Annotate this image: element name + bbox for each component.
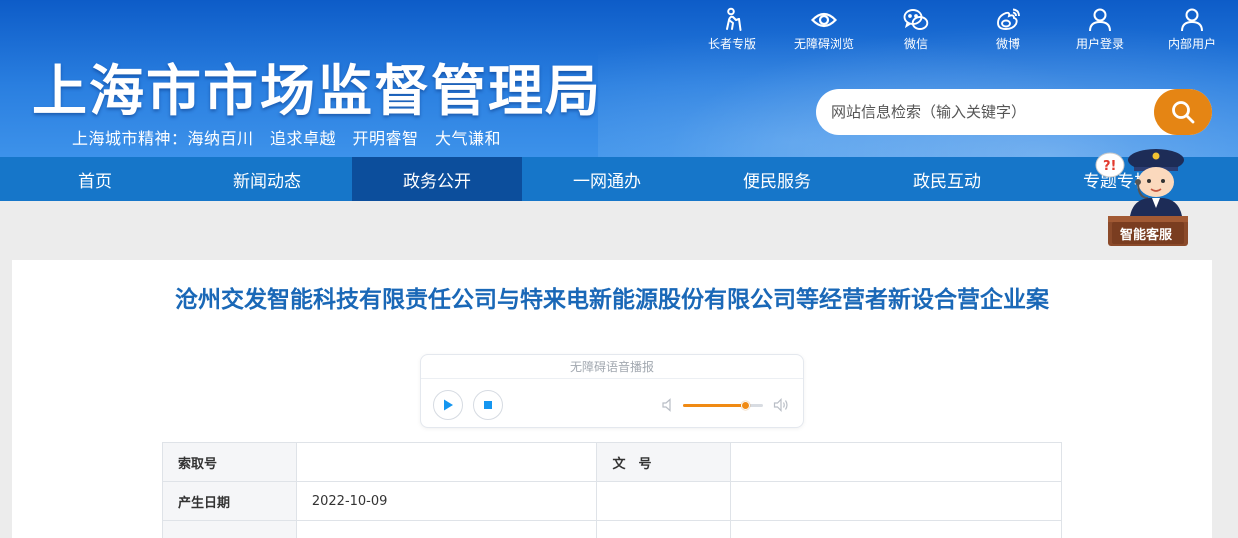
top-links: 长者专版 无障碍浏览 微信 微博 用户登录 内部用户	[686, 6, 1238, 52]
elder-icon	[717, 6, 747, 34]
table-row	[162, 520, 1062, 538]
empty-cell	[596, 481, 732, 521]
nav-item-news[interactable]: 新闻动态	[182, 157, 352, 201]
article-title: 沧州交发智能科技有限责任公司与特来电新能源股份有限公司等经营者新设合营企业案	[175, 287, 1049, 313]
top-link-elder[interactable]: 长者专版	[686, 6, 778, 52]
top-link-label: 内部用户	[1167, 37, 1216, 51]
content-panel: 沧州交发智能科技有限责任公司与特来电新能源股份有限公司等经营者新设合营企业案 无…	[12, 260, 1212, 538]
stop-button[interactable]	[473, 390, 503, 420]
empty-cell	[295, 520, 597, 538]
search-input[interactable]	[831, 92, 1161, 132]
smart-service-label: 智能客服	[1119, 227, 1172, 243]
volume-slider-fill	[683, 404, 746, 407]
table-row: 产生日期 2022-10-09	[162, 481, 1062, 521]
empty-cell	[730, 520, 1062, 538]
table-row: 索取号 文 号	[162, 442, 1062, 482]
top-link-user-login[interactable]: 用户登录	[1054, 6, 1146, 52]
weibo-icon	[993, 6, 1023, 34]
top-link-internal-user[interactable]: 内部用户	[1146, 6, 1238, 52]
index-no-label: 索取号	[162, 442, 297, 482]
nav-item-gov-affairs[interactable]: 政务公开	[352, 157, 522, 201]
top-link-label: 微博	[995, 37, 1020, 51]
empty-cell	[595, 520, 732, 538]
user-icon	[1085, 6, 1115, 34]
search-button[interactable]	[1154, 89, 1212, 135]
nav-item-convenience[interactable]: 便民服务	[692, 157, 862, 201]
volume-high-icon[interactable]	[773, 397, 789, 413]
site-title[interactable]: 上海市市场监督管理局	[32, 46, 602, 126]
nav-item-home[interactable]: 首页	[0, 157, 182, 201]
eye-icon	[809, 6, 839, 34]
document-no-label: 文 号	[595, 442, 732, 482]
volume-slider-handle[interactable]	[741, 401, 751, 410]
play-button[interactable]	[433, 390, 463, 420]
top-link-wechat[interactable]: 微信	[870, 6, 962, 52]
date-value: 2022-10-09	[295, 481, 597, 521]
nav-item-interaction[interactable]: 政民互动	[862, 157, 1032, 201]
stop-icon	[484, 401, 492, 409]
volume-slider[interactable]	[683, 401, 763, 410]
search-icon	[1172, 101, 1195, 124]
site-slogan: 上海城市精神：海纳百川 追求卓越 开明睿智 大气谦和	[72, 129, 502, 148]
audio-player: 无障碍语音播报	[420, 354, 804, 428]
empty-cell	[730, 481, 1062, 521]
svg-text:?!: ?!	[1103, 159, 1116, 174]
document-no-value	[730, 442, 1062, 482]
volume-low-icon[interactable]	[661, 397, 677, 413]
article-info-table: 索取号 文 号 产生日期 2022-10-09	[162, 442, 1062, 538]
nav-item-online-services[interactable]: 一网通办	[522, 157, 692, 201]
audio-player-title: 无障碍语音播报	[421, 355, 803, 379]
wechat-icon	[901, 6, 931, 34]
index-no-value	[295, 442, 597, 482]
top-link-label: 无障碍浏览	[793, 37, 854, 51]
smart-service-widget[interactable]: ?! 智能客服	[1094, 138, 1194, 250]
top-link-label: 微信	[903, 37, 928, 51]
top-link-weibo[interactable]: 微博	[962, 6, 1054, 52]
site-search	[816, 89, 1212, 135]
main-nav: 首页 新闻动态 政务公开 一网通办 便民服务 政民互动 专题专栏	[0, 157, 1238, 201]
play-icon	[444, 399, 453, 411]
site-header: 上海市市场监督管理局 上海城市精神：海纳百川 追求卓越 开明睿智 大气谦和 长者…	[0, 0, 1238, 157]
date-label: 产生日期	[162, 481, 297, 521]
top-link-label: 长者专版	[707, 37, 756, 51]
top-link-label: 用户登录	[1075, 37, 1124, 51]
empty-cell	[162, 520, 297, 538]
user-icon	[1177, 6, 1207, 34]
top-link-accessibility[interactable]: 无障碍浏览	[778, 6, 870, 52]
